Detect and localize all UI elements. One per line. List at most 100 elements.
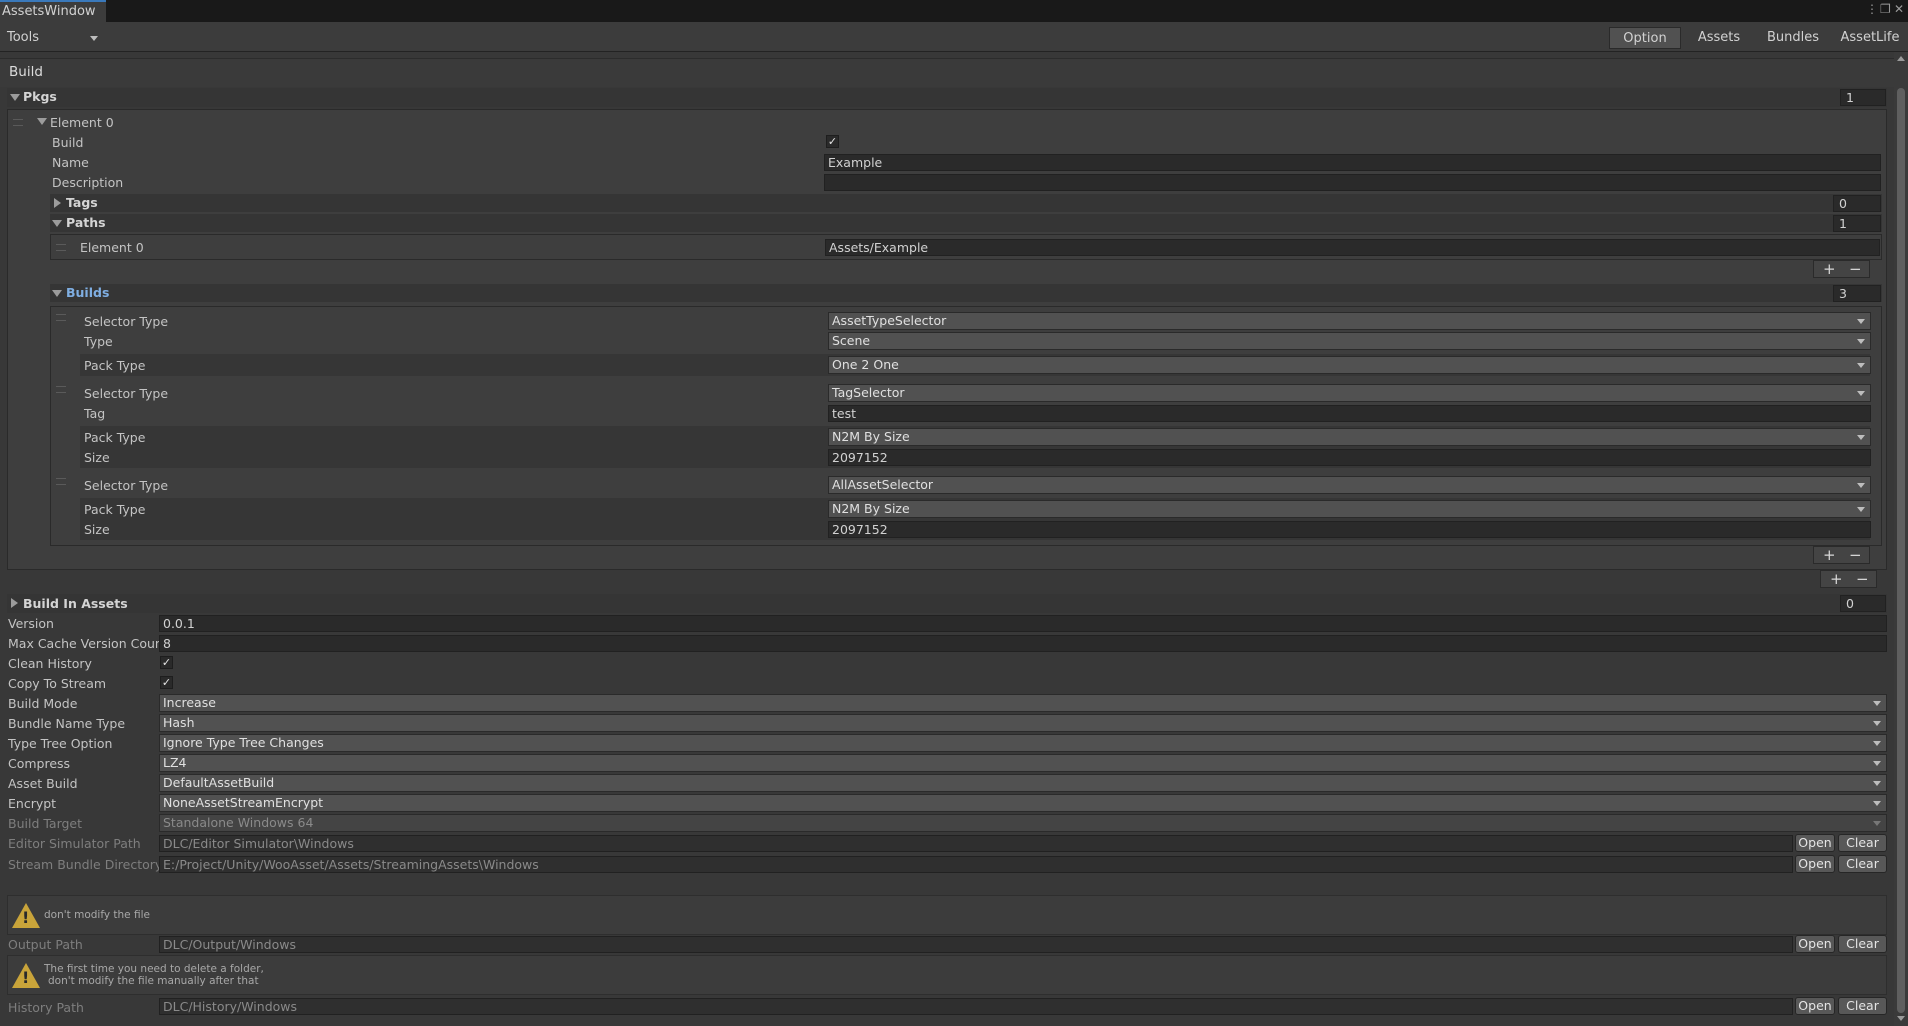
b0-type-label: Type [84,334,113,349]
editor-sim-field: DLC/Editor Simulator\Windows [159,835,1793,852]
foldout-open-icon[interactable] [37,118,47,125]
encrypt-dropdown[interactable]: NoneAssetStreamEncrypt [159,794,1887,812]
drag-handle-icon[interactable] [56,386,66,393]
b1-pack-type-dropdown[interactable]: N2M By Size [828,428,1871,446]
editor-sim-open-button[interactable]: Open [1795,834,1835,852]
clean-history-checkbox[interactable]: ✓ [160,656,173,669]
history-clear-button[interactable]: Clear [1838,997,1887,1015]
history-open-button[interactable]: Open [1795,997,1835,1015]
b0-type-dropdown[interactable]: Scene [828,332,1871,350]
tags-count[interactable]: 0 [1833,195,1881,212]
b1-tag-field[interactable]: test [828,405,1871,422]
build-in-assets-header[interactable]: Build In Assets 0 [7,594,1887,613]
b1-size-label: Size [84,450,110,465]
build-target-dropdown: Standalone Windows 64 [159,814,1887,832]
build-in-assets-count[interactable]: 0 [1840,595,1886,612]
build-mode-dropdown[interactable]: Increase [159,694,1887,712]
bundle-name-type-label: Bundle Name Type [8,716,126,731]
scrollbar-thumb[interactable] [1897,88,1905,1013]
paths-header[interactable]: Paths 1 [50,214,1882,232]
foldout-open-icon[interactable] [52,220,62,227]
pkgs-count[interactable]: 1 [1840,89,1886,106]
b1-pack-type-value: N2M By Size [832,429,910,444]
scroll-up-icon[interactable] [1897,56,1905,61]
output-clear-button[interactable]: Clear [1838,935,1887,953]
tab-assets[interactable]: Assets [1684,27,1754,49]
stream-dir-open-button[interactable]: Open [1795,855,1835,873]
b0-selector-type-dropdown[interactable]: AssetTypeSelector [828,312,1871,330]
bundle-name-type-dropdown[interactable]: Hash [159,714,1887,732]
maximize-icon[interactable]: ❐ [1880,2,1891,16]
chevron-down-icon [1857,391,1865,396]
path-element-field[interactable]: Assets/Example [825,239,1880,256]
b0-selector-type-value: AssetTypeSelector [832,313,947,328]
close-icon[interactable]: ✕ [1894,2,1904,16]
window-tab[interactable]: AssetsWindow [0,0,106,22]
drag-handle-icon[interactable] [56,244,66,251]
b2-pack-type-dropdown[interactable]: N2M By Size [828,500,1871,518]
pkg-description-field[interactable] [824,174,1881,191]
stream-dir-clear-button[interactable]: Clear [1838,855,1887,873]
compress-dropdown[interactable]: LZ4 [159,754,1887,772]
warning-mark: ! [22,908,30,927]
copy-to-stream-checkbox[interactable]: ✓ [160,676,173,689]
foldout-open-icon[interactable] [10,94,20,101]
chevron-down-icon [1873,821,1881,826]
drag-handle-icon[interactable] [13,119,23,126]
chevron-down-icon [1857,363,1865,368]
menu-dots-icon[interactable]: ⋮ [1866,2,1878,16]
max-cache-field[interactable]: 8 [159,635,1887,652]
pkg-build-checkbox[interactable]: ✓ [826,135,839,148]
tags-header[interactable]: Tags 0 [50,194,1882,212]
paths-count[interactable]: 1 [1833,215,1881,232]
build-mode-label: Build Mode [8,696,78,711]
plus-icon[interactable]: + [1830,571,1843,587]
minus-icon[interactable]: − [1849,261,1862,277]
b1-selector-type-dropdown[interactable]: TagSelector [828,384,1871,402]
chevron-down-icon [1857,435,1865,440]
pkg-name-field[interactable]: Example [824,154,1881,171]
drag-handle-icon[interactable] [56,478,66,485]
drag-handle-icon[interactable] [56,314,66,321]
pkgs-add-remove: + − [1820,570,1877,588]
build-mode-value: Increase [163,695,216,710]
tab-option[interactable]: Option [1609,27,1681,49]
version-field[interactable]: 0.0.1 [159,615,1887,632]
b2-selector-type-dropdown[interactable]: AllAssetSelector [828,476,1871,494]
history-path-field: DLC/History/Windows [159,998,1793,1015]
tools-dropdown[interactable]: Tools [4,29,102,47]
output-path-field: DLC/Output/Windows [159,936,1793,953]
builds-header[interactable]: Builds 3 [50,284,1882,302]
editor-sim-label: Editor Simulator Path [8,836,141,851]
scroll-down-icon[interactable] [1897,1016,1905,1021]
b1-size-field[interactable]: 2097152 [828,449,1871,466]
minus-icon[interactable]: − [1849,547,1862,563]
b1-pack-type-label: Pack Type [84,430,146,445]
plus-icon[interactable]: + [1823,261,1836,277]
b2-selector-type-value: AllAssetSelector [832,477,934,492]
tab-bundles[interactable]: Bundles [1756,27,1830,49]
type-tree-label: Type Tree Option [8,736,113,751]
clean-history-label: Clean History [8,656,92,671]
foldout-closed-icon[interactable] [11,598,18,608]
asset-build-dropdown[interactable]: DefaultAssetBuild [159,774,1887,792]
b0-pack-type-dropdown[interactable]: One 2 One [828,356,1871,374]
builds-count[interactable]: 3 [1833,285,1881,302]
pkg-name-label: Name [52,155,89,170]
plus-icon[interactable]: + [1823,547,1836,563]
warning-mark: ! [22,968,30,987]
editor-sim-clear-button[interactable]: Clear [1838,834,1887,852]
pkg-description-label: Description [52,175,124,190]
copy-to-stream-label: Copy To Stream [8,676,107,691]
minus-icon[interactable]: − [1856,571,1869,587]
foldout-open-icon[interactable] [52,290,62,297]
max-cache-label: Max Cache Version Count [8,636,168,651]
tab-assetlife[interactable]: AssetLife [1834,27,1906,49]
chevron-down-icon [1873,741,1881,746]
type-tree-dropdown[interactable]: Ignore Type Tree Changes [159,734,1887,752]
pkgs-header[interactable]: Pkgs 1 [7,88,1887,107]
output-open-button[interactable]: Open [1795,935,1835,953]
foldout-closed-icon[interactable] [54,198,61,208]
b1-selector-type-label: Selector Type [84,386,169,401]
b2-size-field[interactable]: 2097152 [828,521,1871,538]
